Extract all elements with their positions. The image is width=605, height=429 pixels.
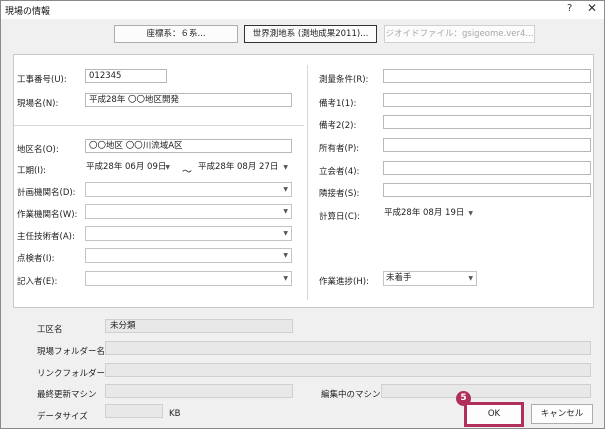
genba-name-input[interactable]: 平成28年 〇〇地区開発 (85, 93, 292, 107)
sagyo-kikan-label: 作業機関名(W): (17, 210, 78, 220)
divider-vertical (307, 65, 308, 300)
tachiai-input[interactable] (383, 161, 591, 175)
chevron-down-icon: ▼ (165, 164, 170, 171)
biko1-label: 備考1(1): (319, 99, 357, 109)
sokuryo-label: 測量条件(R): (319, 75, 369, 85)
biko2-input[interactable] (383, 115, 591, 129)
shincho-value: 未着手 (386, 273, 412, 283)
window-title: 現場の情報 (5, 7, 51, 17)
chiku-name-input[interactable]: 〇〇地区 〇〇川流域A区 (85, 139, 292, 153)
kouki-label: 工期(I): (17, 166, 47, 176)
koji-number-input[interactable]: 012345 (85, 69, 167, 83)
ok-button-highlight (464, 402, 524, 427)
data-size-label: データサイズ (37, 412, 88, 422)
dialog-window: 現場の情報 ? ✕ 座標系：６系... 世界測地系 (測地成果2011)... … (0, 0, 605, 429)
chevron-down-icon: ▼ (283, 230, 288, 237)
kouki-from-picker[interactable]: 平成28年 06月 09日 ▼ (83, 160, 174, 175)
kouku-value: 未分類 (105, 319, 293, 333)
biko2-label: 備考2(2): (319, 121, 357, 131)
last-machine-value (105, 384, 293, 398)
last-machine-label: 最終更新マシン (37, 390, 97, 400)
cancel-button[interactable]: キャンセル (531, 404, 593, 424)
sagyo-kikan-combo[interactable]: ▼ (85, 204, 292, 219)
data-size-value (105, 404, 163, 418)
rinsetsu-label: 隣接者(S): (319, 189, 360, 199)
koji-number-label: 工事番号(U): (17, 75, 67, 85)
kinyu-label: 記入者(E): (17, 277, 58, 287)
keisan-date-picker[interactable]: 平成28年 08月 19日 ▼ (381, 206, 477, 221)
biko1-input[interactable] (383, 93, 591, 107)
folder-value (105, 341, 591, 355)
shoyu-input[interactable] (383, 138, 591, 152)
keikaku-kikan-label: 計画機関名(D): (17, 188, 76, 198)
title-bar: 現場の情報 ? ✕ (1, 1, 604, 19)
geoid-file-button: ジオイドファイル：gsigeome.ver4... (384, 25, 535, 43)
coordinate-system-button[interactable]: 座標系：６系... (114, 25, 238, 43)
data-size-unit: KB (169, 409, 181, 419)
kouki-to-value: 平成28年 08月 27日 (198, 162, 279, 172)
shoyu-label: 所有者(P): (319, 144, 360, 154)
datum-button[interactable]: 世界測地系 (測地成果2011)... (244, 25, 377, 43)
chevron-down-icon: ▼ (283, 186, 288, 193)
shunin-combo[interactable]: ▼ (85, 226, 292, 241)
kouki-from-value: 平成28年 06月 09日 (86, 162, 167, 172)
tachiai-label: 立会者(4): (319, 167, 360, 177)
rinsetsu-input[interactable] (383, 183, 591, 197)
folder-label: 現場フォルダー名 (37, 347, 106, 357)
shunin-label: 主任技術者(A): (17, 232, 75, 242)
close-button[interactable]: ✕ (587, 1, 597, 15)
chevron-down-icon: ▼ (283, 208, 288, 215)
keikaku-kikan-combo[interactable]: ▼ (85, 182, 292, 197)
kouku-label: 工区名 (37, 325, 63, 335)
sokuryo-input[interactable] (383, 69, 591, 83)
link-folder-value (105, 363, 591, 377)
editing-machine-label: 編集中のマシン (321, 390, 381, 400)
tenken-combo[interactable]: ▼ (85, 248, 292, 263)
link-folder-label: リンクフォルダー名 (37, 369, 114, 379)
divider (14, 125, 304, 126)
chevron-down-icon: ▼ (283, 252, 288, 259)
tilde-separator: ～ (182, 167, 192, 178)
shincho-label: 作業進捗(H): (319, 277, 369, 287)
tenken-label: 点検者(I): (17, 254, 55, 264)
keisan-value: 平成28年 08月 19日 (384, 208, 465, 218)
chiku-name-label: 地区名(O): (17, 145, 59, 155)
chevron-down-icon: ▼ (468, 210, 473, 217)
shincho-combo[interactable]: 未着手 ▼ (383, 271, 477, 286)
chevron-down-icon: ▼ (283, 164, 288, 171)
chevron-down-icon: ▼ (468, 275, 473, 282)
help-button[interactable]: ? (567, 3, 572, 14)
genba-name-label: 現場名(N): (17, 99, 59, 109)
editing-machine-value (381, 384, 591, 398)
step-badge: 5 (456, 391, 471, 406)
chevron-down-icon: ▼ (283, 275, 288, 282)
keisan-label: 計算日(C): (319, 212, 360, 222)
kinyu-combo[interactable]: ▼ (85, 271, 292, 286)
kouki-to-picker[interactable]: 平成28年 08月 27日 ▼ (195, 160, 292, 175)
